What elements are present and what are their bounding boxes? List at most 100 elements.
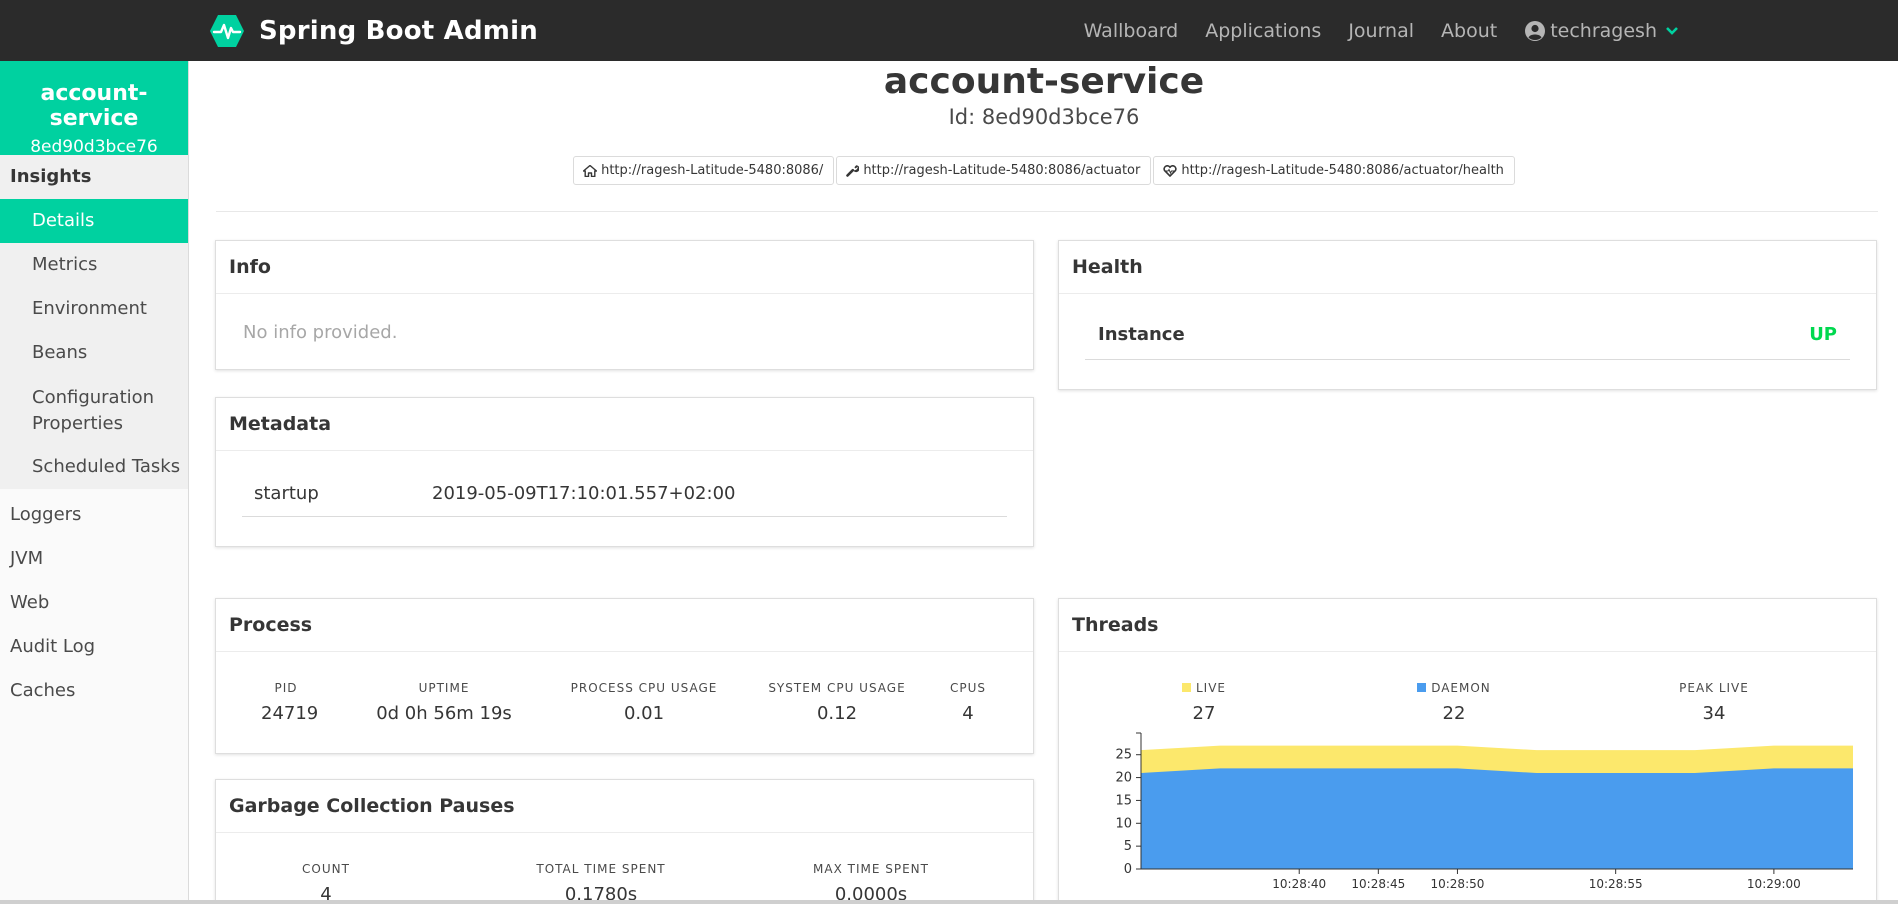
metadata-key: startup [254, 483, 319, 504]
home-url-link[interactable]: http://ragesh-Latitude-5480:8086/ [573, 156, 835, 185]
heart-icon [1163, 164, 1177, 177]
x-tick-label: 10:28:45 [1351, 877, 1405, 891]
stat-value: 4 [962, 703, 974, 724]
gc-stat-max-time: MAX TIME SPENT 0.0000s [791, 862, 951, 904]
y-tick-label: 20 [1115, 771, 1132, 786]
health-card: Health Instance UP [1058, 240, 1877, 390]
user-menu[interactable]: techragesh [1524, 20, 1683, 42]
sidebar-item-metrics[interactable]: Metrics [0, 243, 188, 287]
series-area-daemon [1141, 768, 1853, 869]
stat-label: TOTAL TIME SPENT [536, 862, 666, 876]
gc-card-title: Garbage Collection Pauses [216, 780, 1033, 833]
threads-stat-daemon: DAEMON 22 [1389, 681, 1519, 724]
gc-card: Garbage Collection Pauses COUNT 4 TOTAL … [215, 779, 1034, 904]
user-name: techragesh [1550, 19, 1657, 42]
info-card-title: Info [216, 241, 1033, 294]
metadata-card-title: Metadata [216, 398, 1033, 451]
actuator-url-link[interactable]: http://ragesh-Latitude-5480:8086/actuato… [836, 156, 1152, 185]
process-stat-uptime: UPTIME 0d 0h 56m 19s [369, 681, 519, 724]
sidebar-item-beans[interactable]: Beans [0, 331, 188, 375]
y-tick-label: 10 [1115, 816, 1132, 831]
instance-links: http://ragesh-Latitude-5480:8086/ http:/… [190, 156, 1898, 185]
sidebar-app-name: account-service [40, 81, 148, 131]
legend-swatch-daemon [1417, 683, 1427, 692]
stat-value: 0.01 [623, 703, 665, 724]
legend-label-live: LIVE [1195, 681, 1226, 695]
info-card: Info No info provided. [215, 240, 1034, 370]
chevron-down-icon [1666, 26, 1678, 35]
y-tick-label: 0 [1124, 862, 1132, 877]
stat-label: PID [274, 681, 298, 695]
threads-card-title: Threads [1059, 599, 1876, 652]
metadata-card: Metadata startup 2019-05-09T17:10:01.557… [215, 397, 1034, 547]
actuator-url-text: http://ragesh-Latitude-5480:8086/actuato… [863, 163, 1141, 178]
x-tick-label: 10:28:55 [1589, 877, 1643, 891]
legend-label-daemon: DAEMON [1431, 681, 1491, 695]
threads-card: Threads LIVE 27 DAEMON 22 PEAK LIVE 34 0… [1058, 598, 1877, 904]
sidebar-item-insights[interactable]: Insights [0, 155, 188, 199]
nav-menu: Wallboard Applications Journal About tec… [1057, 0, 1683, 61]
sidebar-group-insights: Insights Details Metrics Environment Bea… [0, 155, 188, 489]
sidebar: account-service 8ed90d3bce76 Insights De… [0, 61, 189, 904]
health-url-text: http://ragesh-Latitude-5480:8086/actuato… [1181, 163, 1504, 178]
health-url-link[interactable]: http://ragesh-Latitude-5480:8086/actuato… [1153, 156, 1515, 185]
nav-item-applications[interactable]: Applications [1205, 20, 1321, 42]
sidebar-item-loggers[interactable]: Loggers [0, 493, 188, 537]
stat-label: DAEMON [1389, 681, 1519, 695]
stat-label: UPTIME [418, 681, 470, 695]
sidebar-item-configuration-properties[interactable]: Configuration Properties [0, 375, 188, 445]
metadata-row: startup 2019-05-09T17:10:01.557+02:00 [242, 471, 1007, 517]
health-row: Instance UP [1085, 314, 1850, 360]
process-stat-cpus: CPUS 4 [938, 681, 998, 724]
stat-value: 0d 0h 56m 19s [376, 703, 512, 724]
sidebar-item-audit-log[interactable]: Audit Log [0, 625, 188, 669]
gc-stat-total-time: TOTAL TIME SPENT 0.1780s [516, 862, 686, 904]
status-badge: UP [1809, 324, 1837, 345]
legend-swatch-live [1181, 683, 1191, 692]
sidebar-item-scheduled-tasks[interactable]: Scheduled Tasks [0, 445, 188, 489]
threads-stat-peak-live: PEAK LIVE 34 [1654, 681, 1774, 724]
header-divider [216, 211, 1878, 212]
stat-value: 27 [1192, 703, 1216, 724]
home-icon [583, 164, 598, 177]
sidebar-app-header: account-service 8ed90d3bce76 [0, 61, 188, 157]
health-instance-label: Instance [1098, 324, 1185, 345]
y-tick-label: 5 [1124, 839, 1132, 854]
stat-label: PROCESS CPU USAGE [570, 681, 718, 695]
nav-item-wallboard[interactable]: Wallboard [1084, 20, 1179, 42]
stat-label: SYSTEM CPU USAGE [768, 681, 906, 695]
home-url-text: http://ragesh-Latitude-5480:8086/ [601, 163, 824, 178]
process-card: Process PID 24719 UPTIME 0d 0h 56m 19s P… [215, 598, 1034, 754]
window-bottom-edge [0, 900, 1898, 904]
sidebar-item-caches[interactable]: Caches [0, 669, 188, 713]
x-tick-label: 10:28:50 [1430, 877, 1484, 891]
stat-label: LIVE [1154, 681, 1254, 695]
brand-link[interactable]: Spring Boot Admin [209, 14, 538, 48]
y-tick-label: 25 [1115, 748, 1132, 763]
brand-title: Spring Boot Admin [259, 16, 538, 46]
stat-value: 0.12 [816, 703, 858, 724]
stat-value: 24719 [261, 703, 319, 724]
sidebar-app-id: 8ed90d3bce76 [30, 137, 158, 157]
process-stat-system-cpu-usage: SYSTEM CPU USAGE 0.12 [742, 681, 932, 724]
sidebar-item-details[interactable]: Details [0, 199, 188, 243]
health-card-title: Health [1059, 241, 1876, 294]
x-tick-label: 10:28:40 [1272, 877, 1326, 891]
user-circle-icon [1525, 20, 1546, 41]
stat-value: 34 [1702, 703, 1726, 724]
process-card-title: Process [216, 599, 1033, 652]
sidebar-item-jvm[interactable]: JVM [0, 537, 188, 581]
stat-label: CPUS [949, 681, 986, 695]
nav-item-journal[interactable]: Journal [1348, 20, 1414, 42]
metadata-value: 2019-05-09T17:10:01.557+02:00 [432, 483, 736, 504]
main-content: account-service Id: 8ed90d3bce76 http://… [190, 61, 1898, 904]
heartbeat-icon [210, 15, 244, 47]
y-tick-label: 15 [1115, 793, 1132, 808]
wrench-icon [846, 165, 860, 177]
sidebar-item-web[interactable]: Web [0, 581, 188, 625]
nav-item-about[interactable]: About [1441, 20, 1497, 42]
sidebar-item-environment[interactable]: Environment [0, 287, 188, 331]
page-title: account-service [883, 61, 1205, 102]
info-empty-text: No info provided. [243, 322, 398, 343]
stat-label: MAX TIME SPENT [813, 862, 929, 876]
